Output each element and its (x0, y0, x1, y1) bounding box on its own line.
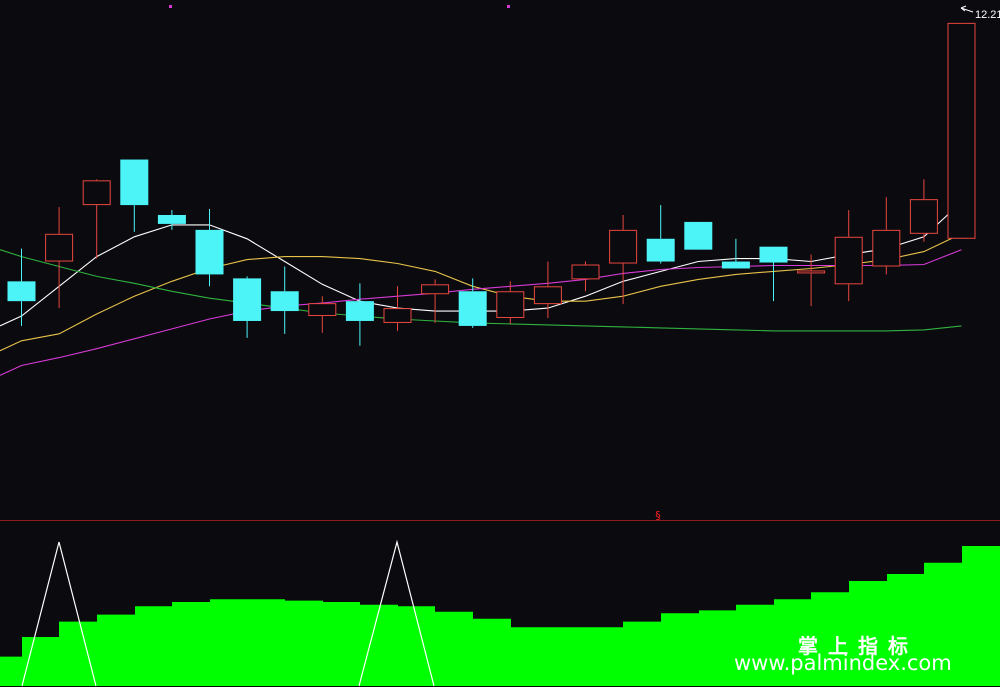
candle (947, 22, 976, 239)
candle-body-down (7, 281, 36, 302)
stock-chart: § 12.21 (0, 0, 1000, 687)
candle-body-up (571, 264, 600, 280)
candle-body-up (797, 270, 826, 274)
candle-body-down (233, 278, 262, 321)
signal-marker: § (655, 509, 661, 522)
candle-body-down (684, 221, 713, 250)
candle-body-up (82, 180, 111, 206)
candle-body-up (308, 303, 337, 317)
candle-body-up (609, 229, 638, 264)
candle-body-up (45, 233, 74, 262)
candle-body-up (496, 291, 525, 318)
top-marker-right (507, 5, 510, 8)
candle-body-down (270, 291, 299, 312)
candle-body-down (157, 214, 186, 224)
candle-body-up (421, 284, 450, 295)
candle-body-up (533, 286, 562, 305)
candle-body-down (759, 246, 788, 263)
last-price-text: 12.21 (975, 9, 1000, 21)
top-marker-left (169, 5, 172, 8)
candle (684, 221, 713, 250)
candle-body-down (646, 238, 675, 262)
candle-body-up (909, 199, 938, 234)
candle-body-up (383, 308, 412, 323)
candle-body-down (721, 261, 750, 269)
watermark-url: www.palmindex.com (734, 651, 952, 675)
candle-body-down (345, 301, 374, 321)
candle-body-down (120, 159, 149, 206)
candle-body-up (947, 22, 976, 239)
candle-body-up (872, 229, 901, 267)
candle-body-up (834, 236, 863, 285)
candle-body-down (195, 229, 224, 275)
candle-body-down (458, 291, 487, 326)
